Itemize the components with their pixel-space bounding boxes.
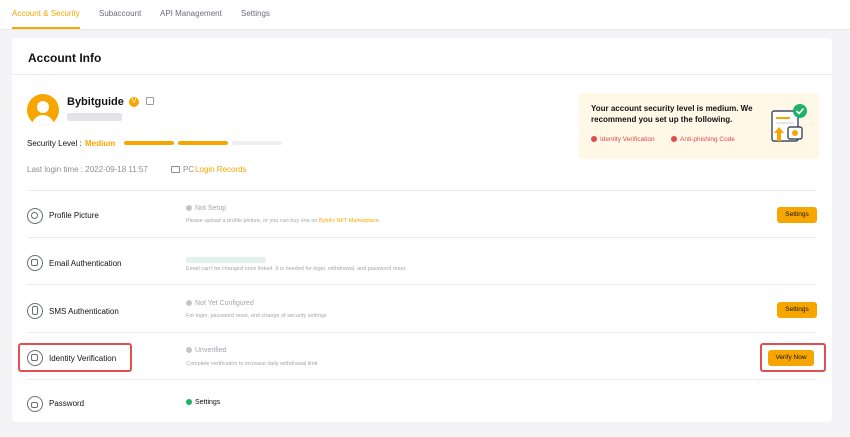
warning-icon bbox=[591, 136, 597, 142]
security-illustration-icon bbox=[771, 104, 807, 142]
email-icon bbox=[27, 255, 43, 271]
divider bbox=[12, 74, 832, 75]
security-meter-segment-3 bbox=[232, 141, 282, 145]
top-tabs: Account & Security Subaccount API Manage… bbox=[0, 0, 850, 30]
profile-picture-settings-button[interactable]: Settings bbox=[777, 207, 817, 223]
desc-identity-verification: Complete verification to increase daily … bbox=[186, 361, 318, 367]
login-records-link[interactable]: Login Records bbox=[195, 165, 247, 174]
email-redacted bbox=[186, 257, 266, 263]
security-advice-box: Your account security level is medium. W… bbox=[579, 93, 819, 159]
edit-icon[interactable] bbox=[146, 97, 154, 105]
advice-anti-phishing-link[interactable]: Anti-phishing Code bbox=[671, 136, 735, 143]
tab-api-management[interactable]: API Management bbox=[160, 9, 222, 29]
check-icon bbox=[186, 399, 192, 405]
uid-redacted bbox=[67, 113, 122, 121]
sms-settings-button[interactable]: Settings bbox=[777, 302, 817, 318]
security-level-value: Medium bbox=[85, 139, 116, 148]
pc-icon bbox=[171, 166, 180, 173]
row-label-sms-authentication: SMS Authentication bbox=[49, 307, 119, 316]
advice-identity-verification-link[interactable]: Identity Verification bbox=[591, 136, 655, 143]
username: Bybitguide bbox=[67, 96, 124, 108]
nft-marketplace-link[interactable]: Bybit's NFT Marketplace bbox=[319, 218, 379, 224]
warning-icon bbox=[671, 136, 677, 142]
tab-account-security[interactable]: Account & Security bbox=[12, 9, 80, 29]
page-title: Account Info bbox=[28, 51, 102, 65]
highlight-frame bbox=[760, 343, 826, 372]
divider bbox=[27, 379, 817, 380]
desc-sms-authentication: For login, password reset, and change of… bbox=[186, 313, 327, 319]
desc-profile-picture: Please upload a profile picture, or you … bbox=[186, 218, 381, 224]
divider bbox=[27, 237, 817, 238]
security-meter-segment-1 bbox=[124, 141, 174, 145]
verified-badge-icon: V bbox=[129, 97, 139, 107]
security-level-label: Security Level : bbox=[27, 139, 82, 148]
status-sms-authentication: Not Yet Configured bbox=[186, 300, 254, 307]
lock-icon bbox=[27, 396, 43, 412]
row-label-password: Password bbox=[49, 399, 85, 408]
desc-email-authentication: Email can't be changed once linked. It i… bbox=[186, 266, 407, 272]
last-login-time: Last login time : 2022-09-18 11:57 bbox=[27, 165, 148, 174]
security-meter-segment-2 bbox=[178, 141, 228, 145]
status-identity-verification: Unverified bbox=[186, 347, 227, 354]
account-info-card: Account Info Bybitguide V Security Level… bbox=[12, 38, 832, 422]
row-label-profile-picture: Profile Picture bbox=[49, 211, 99, 220]
divider bbox=[27, 190, 817, 191]
divider bbox=[27, 284, 817, 285]
avatar bbox=[27, 94, 59, 126]
divider bbox=[27, 332, 817, 333]
profile-picture-icon bbox=[27, 208, 43, 224]
tab-subaccount[interactable]: Subaccount bbox=[99, 9, 141, 29]
tab-settings[interactable]: Settings bbox=[241, 9, 270, 29]
advice-text: Your account security level is medium. W… bbox=[591, 104, 753, 124]
sms-icon bbox=[27, 303, 43, 319]
device-label: PC bbox=[183, 165, 195, 174]
status-profile-picture: Not Setup bbox=[186, 205, 226, 212]
status-password: Settings bbox=[186, 399, 220, 406]
highlight-frame bbox=[18, 343, 132, 372]
row-label-email-authentication: Email Authentication bbox=[49, 259, 122, 268]
